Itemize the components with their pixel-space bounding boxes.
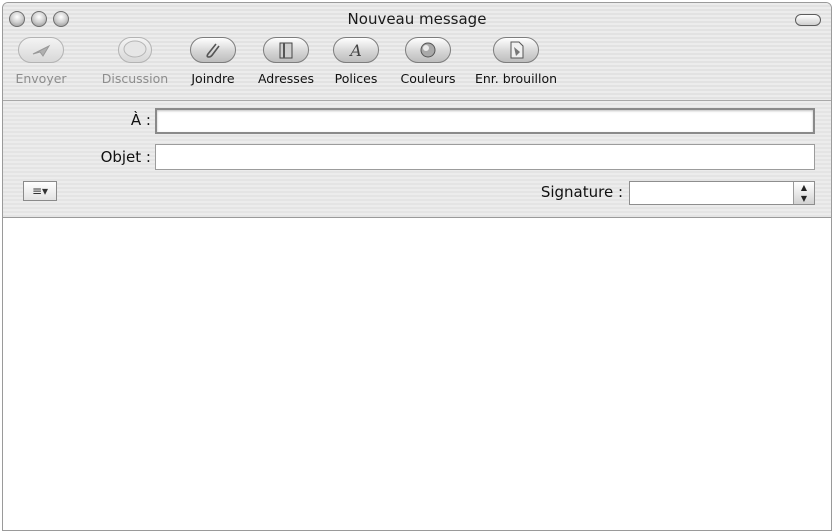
- color-wheel-icon: [405, 37, 451, 63]
- save-draft-button[interactable]: Enr. brouillon: [469, 37, 563, 86]
- font-icon: A: [333, 37, 379, 63]
- attach-button[interactable]: Joindre: [185, 37, 241, 86]
- fonts-label: Polices: [334, 71, 378, 86]
- attach-label: Joindre: [191, 71, 235, 86]
- subject-input[interactable]: [156, 145, 814, 169]
- send-icon: [18, 37, 64, 63]
- colors-button[interactable]: Couleurs: [395, 37, 461, 86]
- message-headers: À : Objet : ≡▾ Signature : ▲ ▼: [3, 101, 831, 218]
- header-fields-menu-button[interactable]: ≡▾: [23, 181, 57, 201]
- to-input[interactable]: [157, 110, 813, 132]
- signature-label: Signature :: [540, 183, 623, 201]
- chat-bubble-icon: [118, 37, 152, 63]
- send-button[interactable]: Envoyer: [13, 37, 69, 86]
- paperclip-icon: [190, 37, 236, 63]
- save-draft-icon: [493, 37, 539, 63]
- window-title: Nouveau message: [347, 10, 487, 28]
- to-label: À :: [130, 111, 151, 129]
- address-book-icon: [263, 37, 309, 63]
- addresses-label: Adresses: [257, 71, 315, 86]
- send-label: Envoyer: [15, 71, 67, 86]
- save-draft-label: Enr. brouillon: [474, 71, 558, 86]
- select-arrows-icon: ▲ ▼: [793, 182, 814, 204]
- fonts-button[interactable]: A Polices: [329, 37, 383, 86]
- message-body[interactable]: [3, 218, 831, 530]
- discussion-label: Discussion: [101, 71, 169, 86]
- to-field[interactable]: [155, 108, 815, 134]
- svg-text:A: A: [348, 41, 362, 60]
- subject-label: Objet :: [100, 148, 151, 166]
- signature-select[interactable]: ▲ ▼: [629, 181, 815, 205]
- mail-compose-window: Nouveau message Envoyer Discussion Joind…: [2, 2, 832, 531]
- addresses-button[interactable]: Adresses: [253, 37, 319, 86]
- toolbar-toggle-button[interactable]: [795, 14, 821, 26]
- subject-field[interactable]: [155, 144, 815, 170]
- colors-label: Couleurs: [400, 71, 456, 86]
- discussion-button[interactable]: Discussion: [95, 37, 175, 86]
- title-toolbar-area: Nouveau message Envoyer Discussion Joind…: [3, 3, 831, 101]
